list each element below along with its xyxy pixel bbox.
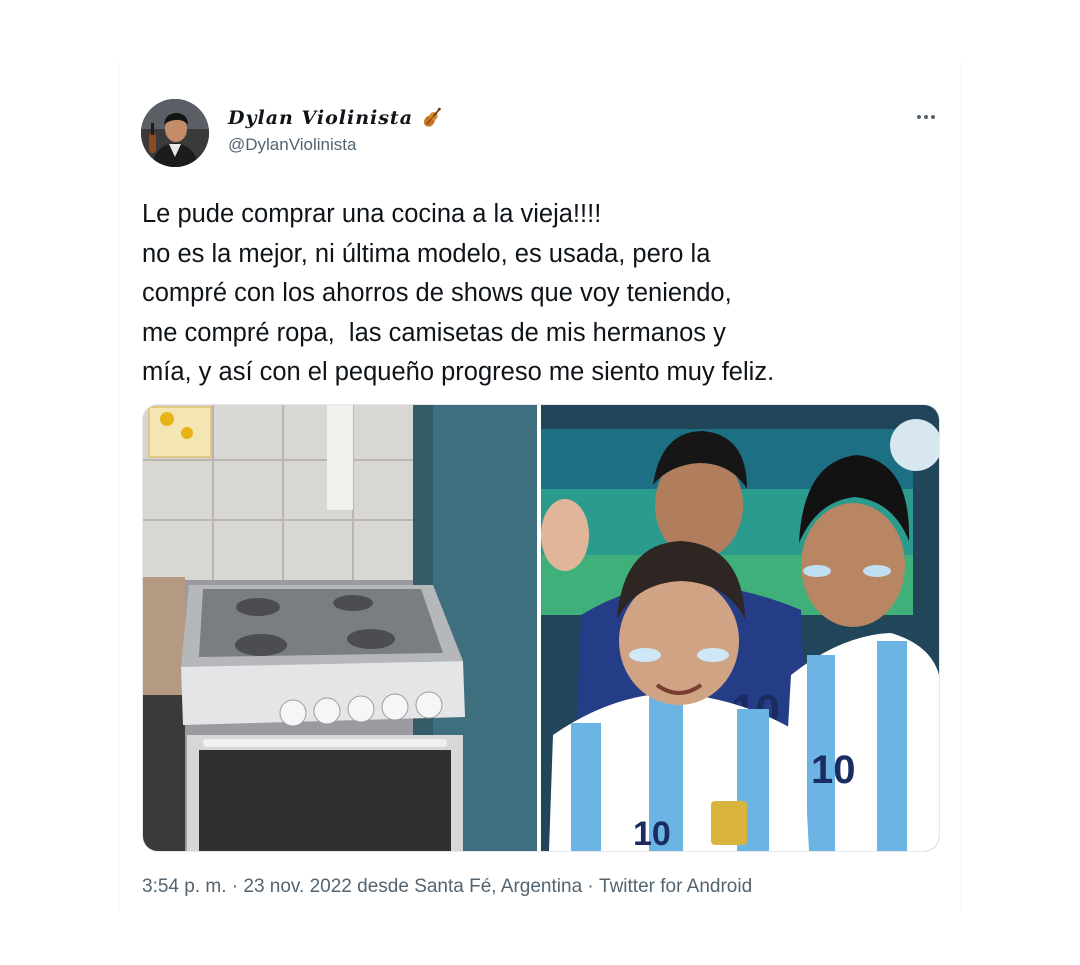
tweet-location[interactable]: Santa Fé, Argentina (414, 876, 582, 898)
avatar[interactable] (141, 99, 209, 167)
tweet-time[interactable]: 3:54 p. m. (142, 876, 227, 898)
meta-separator: · (226, 876, 244, 897)
tweet-date[interactable]: 23 nov. 2022 (243, 876, 351, 898)
boys-in-argentina-jerseys-photo[interactable]: 10 10 10 (541, 405, 939, 851)
jersey-number: 10 (633, 815, 671, 851)
tweet-source[interactable]: Twitter for Android (599, 876, 752, 898)
tweet-text: Le pude comprar una cocina a la vieja!!!… (142, 195, 962, 393)
location-prefix: desde (351, 876, 415, 897)
tweet-text-line: mía, y así con el pequeño progreso me si… (142, 358, 775, 386)
dot-icon (917, 115, 921, 119)
tweet-metadata: 3:54 p. m. · 23 nov. 2022 desde Santa Fé… (142, 876, 752, 898)
dot-icon (924, 115, 928, 119)
author-handle[interactable]: @DylanViolinista (228, 135, 356, 155)
violin-icon (424, 107, 441, 127)
dot-icon (931, 115, 935, 119)
display-name-text: Dylan Violinista (228, 107, 414, 129)
tweet-text-line: compré con los ahorros de shows que voy … (142, 279, 732, 307)
more-options-button[interactable] (906, 104, 946, 130)
jersey-number: 10 (811, 748, 856, 792)
tweet-text-line: me compré ropa, las camisetas de mis her… (142, 318, 726, 347)
stove-photo[interactable] (143, 405, 537, 851)
tweet-text-line: no es la mejor, ni última modelo, es usa… (142, 239, 711, 268)
author-display-name[interactable]: Dylan Violinista (228, 104, 445, 132)
tweet-text-line: Le pude comprar una cocina a la vieja!!!… (142, 200, 602, 228)
avatar-photo (141, 99, 209, 167)
tweet-media[interactable]: 10 10 10 (142, 404, 940, 852)
meta-separator: · (582, 876, 600, 897)
